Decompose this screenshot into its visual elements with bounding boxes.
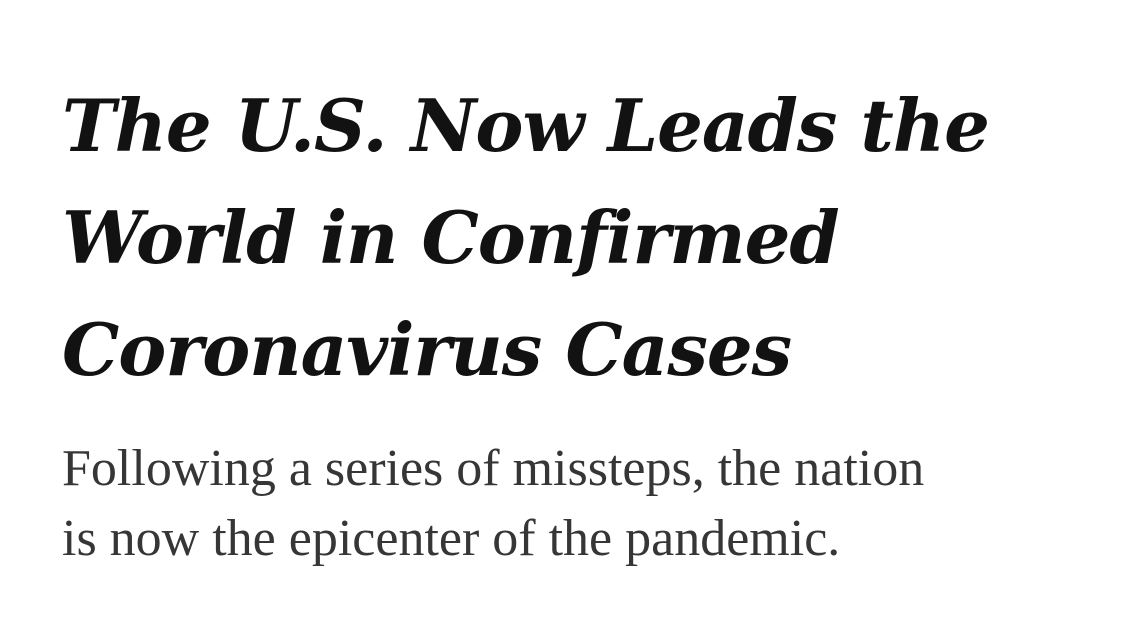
- summary-line: Following a series of missteps, the nati…: [62, 440, 925, 497]
- article-summary: Following a series of missteps, the nati…: [62, 434, 1082, 574]
- headline[interactable]: The U.S. Now Leads the World in Confirme…: [62, 70, 1062, 406]
- summary-line: is now the epicenter of the pandemic.: [62, 510, 841, 567]
- headline-line: Coronavirus Cases: [62, 307, 792, 392]
- headline-line: World in Confirmed: [62, 195, 840, 280]
- article-header: The U.S. Now Leads the World in Confirme…: [0, 0, 1124, 632]
- headline-line: The U.S. Now Leads the: [62, 83, 990, 168]
